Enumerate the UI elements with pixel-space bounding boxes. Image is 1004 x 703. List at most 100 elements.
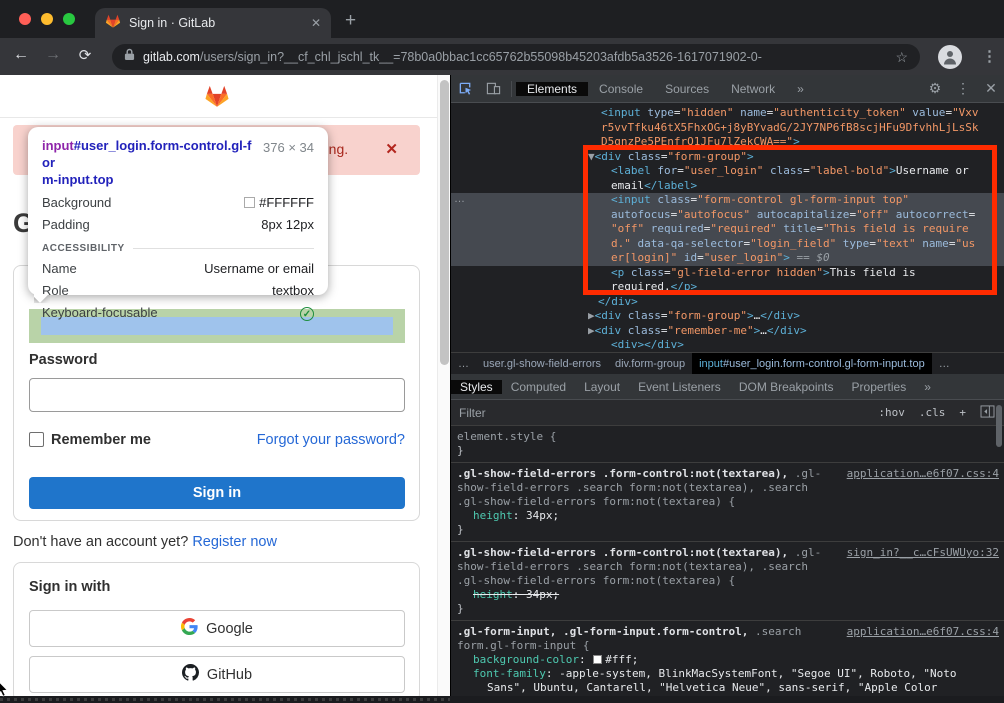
tooltip-background-hex: #FFFFFF (259, 195, 314, 210)
css-property-continuation: Sans", Ubuntu, Cantarell, "Helvetica Neu… (457, 681, 999, 695)
css-property[interactable]: font-family: -apple-system, BlinkMacSyst… (457, 667, 999, 681)
page-scrollbar[interactable] (437, 75, 450, 703)
styles-filter-input[interactable]: Filter (459, 406, 878, 420)
breadcrumb-form[interactable]: user.gl-show-field-errors (476, 358, 608, 370)
macos-maximize-button[interactable] (63, 13, 75, 25)
stylesheet-source-link[interactable]: application…e6f07.css:4 (847, 467, 999, 481)
css-property[interactable]: height: 34px; (457, 588, 999, 602)
devtools-tab-strip: ElementsConsoleSourcesNetwork (516, 75, 786, 103)
alert-close-icon[interactable]: ✕ (385, 140, 398, 158)
styles-tab-computed[interactable]: Computed (502, 380, 575, 394)
dom-tree-node-line[interactable]: ▶<div class="form-group">…</div> (451, 309, 1004, 324)
reload-icon[interactable]: ⟳ (74, 46, 96, 64)
styles-tab-styles[interactable]: Styles (451, 380, 502, 394)
dom-tree-node-line[interactable]: d." data-qa-selector="login_field" type=… (451, 237, 1004, 252)
style-rule[interactable]: sign_in?__c…cFsUWUyo:32.gl-show-field-er… (451, 542, 1004, 621)
css-property[interactable]: background-color: #fff; (457, 653, 999, 667)
style-rule[interactable]: application…e6f07.css:4 .gl-show-field-er… (451, 463, 1004, 542)
stylesheet-source-link[interactable]: sign_in?__c…cFsUWUyo:32 (847, 546, 999, 560)
macos-close-button[interactable] (19, 13, 31, 25)
devtools-settings-icon[interactable]: ⚙ (921, 75, 949, 103)
devtools-close-icon[interactable]: ✕ (977, 75, 1004, 103)
styles-rules-list: element.style {} application…e6f07.css:4.… (451, 426, 1004, 696)
devtools-tab-network[interactable]: Network (720, 82, 786, 96)
dom-tree-node-line[interactable]: <input type="hidden" name="authenticity_… (451, 106, 1004, 121)
styles-tab-dom-breakpoints[interactable]: DOM Breakpoints (730, 380, 843, 394)
dom-tree-node-line[interactable]: D5gnzPe5PEnfrQ1JFu7lZekCWA=="> (451, 135, 1004, 150)
sso-title: Sign in with (29, 579, 110, 595)
register-now-link[interactable]: Register now (192, 534, 277, 550)
color-swatch (593, 655, 602, 664)
github-button-label: GitHub (207, 667, 252, 683)
macos-minimize-button[interactable] (41, 13, 53, 25)
inspect-element-icon[interactable] (451, 75, 479, 103)
dom-tree-node-line[interactable]: email</label> (451, 179, 1004, 194)
dom-tree-node-line[interactable]: <p class="gl-field-error hidden">This fi… (451, 266, 1004, 281)
breadcrumb-form-group[interactable]: div.form-group (608, 358, 692, 370)
styles-tab-properties[interactable]: Properties (843, 380, 916, 394)
new-style-rule-button[interactable]: + (959, 406, 966, 419)
tooltip-role-row: Role textbox (42, 283, 314, 298)
browser-menu-icon[interactable]: ⋮ (982, 47, 997, 65)
toggle-element-classes-button[interactable]: .cls (919, 406, 946, 419)
github-signin-button[interactable]: GitHub (29, 656, 405, 693)
breadcrumb-selected-input[interactable]: input#user_login.form-control.gl-form-in… (692, 353, 932, 375)
dom-tree-node-line[interactable]: r5vvTfku46tX5FhxOG+j8yBYvadG/2JY7NP6fB8s… (451, 121, 1004, 136)
elements-tree: <input type="hidden" name="authenticity_… (451, 103, 1004, 352)
node-more-actions-icon[interactable]: … (454, 193, 466, 205)
dom-tree-node-line[interactable]: <input class="form-control gl-form-input… (451, 193, 1004, 208)
dom-tree-node-line[interactable]: required.</p> (451, 280, 1004, 295)
remember-me-checkbox[interactable] (29, 432, 44, 447)
breadcrumb-overflow-left[interactable]: … (451, 358, 476, 370)
rule-selector-line: .gl-show-field-errors form:not(textarea)… (457, 495, 999, 509)
url-bar[interactable]: gitlab.com/users/sign_in?__cf_chl_jschl_… (112, 44, 920, 70)
forward-icon[interactable]: → (42, 46, 64, 64)
remember-row: Remember me Forgot your password? (29, 432, 405, 450)
sign-in-button[interactable]: Sign in (29, 477, 405, 509)
tooltip-name-row: Name Username or email (42, 261, 314, 276)
page-scrollbar-thumb[interactable] (440, 80, 449, 365)
dom-breadcrumbs: … user.gl-show-field-errors div.form-gro… (451, 352, 1004, 374)
browser-tab[interactable]: Sign in · GitLab ✕ (95, 8, 331, 38)
devtools-menu-icon[interactable]: ⋮ (949, 75, 977, 103)
url-host: gitlab.com (143, 50, 200, 64)
dom-tree-node-line[interactable]: er[login]" id="user_login"> == $0 (451, 251, 1004, 266)
forgot-password-link[interactable]: Forgot your password? (257, 432, 405, 448)
styles-filter-bar: Filter :hov .cls + (451, 400, 1004, 426)
style-rule[interactable]: application…e6f07.css:4.gl-form-input, .… (451, 621, 1004, 696)
styles-tab-event-listeners[interactable]: Event Listeners (629, 380, 730, 394)
dom-tree-node-line[interactable]: <div></div> (451, 338, 1004, 352)
url-text: gitlab.com/users/sign_in?__cf_chl_jschl_… (143, 50, 889, 64)
remember-me-label: Remember me (51, 432, 151, 448)
styles-tab-layout[interactable]: Layout (575, 380, 629, 394)
dom-tree-node-line[interactable]: ▶<div class="remember-me">…</div> (451, 324, 1004, 339)
dom-tree-node-line[interactable]: <label for="user_login" class="label-bol… (451, 164, 1004, 179)
devtools-tab-console[interactable]: Console (588, 82, 654, 96)
breadcrumb-overflow-right[interactable]: … (932, 358, 957, 370)
computed-sidebar-toggle-icon[interactable] (980, 405, 995, 421)
more-tabs-icon[interactable]: » (786, 75, 815, 103)
devtools-tab-elements[interactable]: Elements (516, 82, 588, 96)
password-input[interactable] (29, 378, 405, 412)
dom-tree-node-line[interactable]: autofocus="autofocus" autocapitalize="of… (451, 208, 1004, 223)
device-toolbar-icon[interactable] (479, 75, 507, 103)
profile-avatar[interactable] (938, 45, 962, 69)
devtools-tab-sources[interactable]: Sources (654, 82, 720, 96)
css-property[interactable]: height: 34px; (457, 509, 999, 523)
style-rule[interactable]: element.style {} (451, 426, 1004, 463)
stylesheet-source-link[interactable]: application…e6f07.css:4 (847, 625, 999, 639)
bookmark-star-icon[interactable]: ☆ (895, 49, 908, 66)
back-icon[interactable]: ← (10, 46, 32, 64)
tab-close-icon[interactable]: ✕ (311, 16, 321, 30)
new-tab-button[interactable]: + (345, 10, 356, 32)
dom-tree-node-line[interactable]: "off" required="required" title="This fi… (451, 222, 1004, 237)
styles-sidebar-tabs: StylesComputedLayoutEvent ListenersDOM B… (451, 374, 1004, 400)
dom-tree-node-line[interactable]: ▼<div class="form-group"> (451, 150, 1004, 165)
tooltip-selector: input#user_login.form-control.gl-form-in… (42, 137, 257, 188)
register-text: Don't have an account yet? (13, 534, 192, 550)
google-signin-button[interactable]: Google (29, 610, 405, 647)
dom-tree-node-line[interactable]: </div> (451, 295, 1004, 310)
toggle-hover-state-button[interactable]: :hov (878, 406, 905, 419)
rule-selector-line: show-field-errors .search form:not(texta… (457, 560, 999, 574)
styles-more-tabs-icon[interactable]: » (915, 374, 940, 400)
